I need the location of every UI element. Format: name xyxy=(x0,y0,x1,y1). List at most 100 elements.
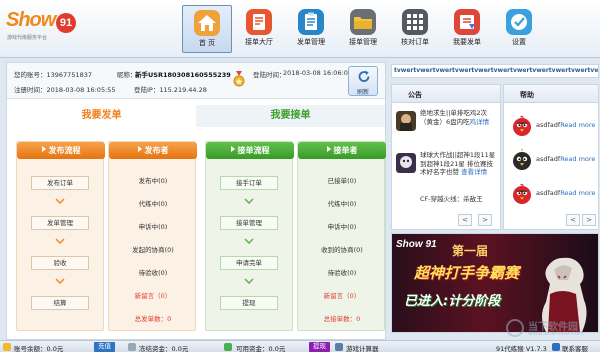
notice-text: 绝地求生||单排吃鸡2次（黄金）6盘内吃鸡详情 xyxy=(420,109,490,126)
take-flow-column: 接单流程 接手订单 接单管理 申请完单 提现 xyxy=(205,141,294,331)
help-text: asdfadfRead more xyxy=(536,155,596,163)
help-item[interactable]: asdfadfRead more xyxy=(510,113,598,143)
tab-publish[interactable]: 我要发单 xyxy=(7,105,196,127)
angry-bird-icon xyxy=(513,183,531,204)
refresh-button[interactable]: 刷新 xyxy=(348,66,378,96)
help-next-button[interactable]: > xyxy=(582,214,596,226)
ticker-text: tvwertvwertvwertvwertvwertvwertvwertvwer… xyxy=(394,67,598,74)
help-link[interactable]: Read more xyxy=(560,121,595,129)
taker-stat-negotiation[interactable]: 收到的协商(0) xyxy=(298,244,386,254)
banner-stage: 已进入:计分阶段 xyxy=(404,294,501,309)
folder-icon xyxy=(350,9,376,35)
login-ip: 登陆IP：115.219.44.28 xyxy=(134,86,207,94)
chevron-down-icon xyxy=(55,278,65,284)
account-number: 您的账号：13967751837 xyxy=(14,71,92,79)
taker-new-messages[interactable]: 新留言（0） xyxy=(298,290,386,300)
money-icon xyxy=(224,343,232,351)
nav-item-2[interactable]: 发单管理 xyxy=(286,5,336,53)
notice-next-button[interactable]: > xyxy=(478,214,492,226)
notice-link[interactable]: 鸡详情 xyxy=(470,118,490,126)
nav-label: 首 页 xyxy=(198,39,216,47)
help-text: asdfadfRead more xyxy=(536,189,596,197)
refresh-icon xyxy=(358,70,370,82)
taker-stat-in-progress[interactable]: 代练中(0) xyxy=(298,198,386,208)
chevron-down-icon xyxy=(244,278,254,284)
account-balance: 账号余额：0.0元 xyxy=(14,345,64,352)
notice-prev-button[interactable]: < xyxy=(458,214,472,226)
take-flow-title: 接单流程 xyxy=(206,142,294,159)
app-window: Show 91 游戏代练服务平台 首 页接单大厅 发单管理 接单管理 核对订单 我要发单… xyxy=(0,0,600,352)
tab-take[interactable]: 我要接单 xyxy=(196,105,385,127)
watermark-url: www.downxia.com xyxy=(528,330,584,337)
withdraw-step-button[interactable]: 提现 xyxy=(220,296,278,310)
app-logo: Show 91 游戏代练服务平台 xyxy=(6,9,78,45)
banner-edition: 第一届 xyxy=(452,244,489,258)
refresh-label: 刷新 xyxy=(356,89,369,96)
taker-column: 接单者 已接单(0) 代练中(0) 申诉中(0) 收到的协商(0) 待验收(0)… xyxy=(297,141,386,331)
nav-item-6[interactable]: 设置 xyxy=(494,5,544,53)
dashboard-panel: 您的账号：13967751837 昵称： 新手USR18030816055523… xyxy=(6,62,386,340)
banner-logo: Show 91 xyxy=(396,239,437,250)
publish-order-button[interactable]: 发布订单 xyxy=(31,176,89,190)
publisher-stat-pending-check[interactable]: 待验收(0) xyxy=(109,267,197,277)
nav-label: 接单管理 xyxy=(349,38,377,46)
chevron-down-icon xyxy=(55,238,65,244)
take-order-button[interactable]: 接手订单 xyxy=(220,176,278,190)
top-toolbar: Show 91 游戏代练服务平台 首 页 接单大厅 发单管理 接单管理 核对订单 我要发单… xyxy=(0,0,600,58)
help-link[interactable]: Read more xyxy=(560,155,595,163)
status-bar: 账号余额：0.0元 充值 冻结资金：0.0元 可用资金：0.0元 提现 游戏计算… xyxy=(0,340,600,352)
scrolling-ticker: tvwertvwertvwertvwertvwertvwertvwertvwer… xyxy=(391,64,599,78)
chevron-down-icon xyxy=(244,198,254,204)
publish-manage-button[interactable]: 发单管理 xyxy=(31,216,89,230)
nav-item-4[interactable]: 核对订单 xyxy=(390,5,440,53)
take-manage-button[interactable]: 接单管理 xyxy=(220,216,278,230)
contact-service-link[interactable]: 联系客服 xyxy=(562,343,588,352)
logo-slogan: 游戏代练服务平台 xyxy=(7,35,48,41)
help-item[interactable]: asdfadfRead more xyxy=(510,181,598,211)
help-item[interactable]: asdfadfRead more xyxy=(510,147,598,177)
nav-item-1[interactable]: 接单大厅 xyxy=(234,5,284,53)
account-info: 您的账号：13967751837 昵称： 新手USR18030816055523… xyxy=(7,63,385,99)
notice-text[interactable]: CF-穿越火线：杀敌王 xyxy=(420,195,498,204)
game-calculator-link[interactable]: 游戏计算器 xyxy=(346,343,379,352)
publisher-column: 发布者 发布中(0) 代练中(0) 申诉中(0) 发起的协商(0) 待验收(0)… xyxy=(108,141,197,331)
lock-icon xyxy=(128,343,136,351)
clipboard-icon xyxy=(298,9,324,35)
taker-title: 接单者 xyxy=(298,142,386,159)
publisher-stat-in-progress[interactable]: 代练中(0) xyxy=(109,198,197,208)
publisher-new-messages[interactable]: 新留言（0） xyxy=(109,290,197,300)
settlement-button[interactable]: 结算 xyxy=(31,296,89,310)
nav-item-5[interactable]: 我要发单 xyxy=(442,5,492,53)
angry-bird-icon xyxy=(513,115,531,136)
nav-label: 核对订单 xyxy=(401,38,429,46)
withdraw-button[interactable]: 提现 xyxy=(309,342,330,352)
game-thumbnail-icon xyxy=(396,111,416,131)
help-prev-button[interactable]: < xyxy=(566,214,580,226)
taker-stat-taken[interactable]: 已接单(0) xyxy=(298,175,386,185)
taker-total-orders: 总接单数：0 xyxy=(323,315,361,323)
black-bird-icon xyxy=(513,149,531,170)
taker-stat-pending-check[interactable]: 待验收(0) xyxy=(298,267,386,277)
publisher-total-orders: 总发单数：0 xyxy=(134,315,172,323)
nav-label: 发单管理 xyxy=(297,38,325,46)
nav-label: 接单大厅 xyxy=(245,38,273,46)
nav-label: 我要发单 xyxy=(453,38,481,46)
workflow-columns: 发布流程 发布订单 发单管理 验收 结算 发布者 发布中(0) 代练中(0) 申… xyxy=(9,129,386,337)
help-text: asdfadfRead more xyxy=(536,121,596,129)
notice-item[interactable]: 绝地求生||单排吃鸡2次（黄金）6盘内吃鸡详情 xyxy=(396,107,498,147)
publisher-stat-appeal[interactable]: 申诉中(0) xyxy=(109,221,197,231)
watermark-logo-icon xyxy=(506,319,524,337)
publisher-stat-negotiation[interactable]: 发起的协商(0) xyxy=(109,244,197,254)
help-link[interactable]: Read more xyxy=(560,189,595,197)
recharge-button[interactable]: 充值 xyxy=(94,342,115,352)
request-complete-button[interactable]: 申请完单 xyxy=(220,256,278,270)
nav-item-0[interactable]: 首 页 xyxy=(182,5,232,53)
nickname-label: 昵称： xyxy=(117,71,137,79)
frozen-funds: 冻结资金：0.0元 xyxy=(139,345,189,352)
nav-item-3[interactable]: 接单管理 xyxy=(338,5,388,53)
acceptance-button[interactable]: 验收 xyxy=(31,256,89,270)
publisher-stat-publishing[interactable]: 发布中(0) xyxy=(109,175,197,185)
taker-stat-appeal[interactable]: 申诉中(0) xyxy=(298,221,386,231)
notice-item[interactable]: 球球大作战||超神1段11星到超神1段21星 排位赛技术好名字也赞 查看详情 xyxy=(396,149,498,189)
notice-link[interactable]: 查看详情 xyxy=(461,168,487,176)
